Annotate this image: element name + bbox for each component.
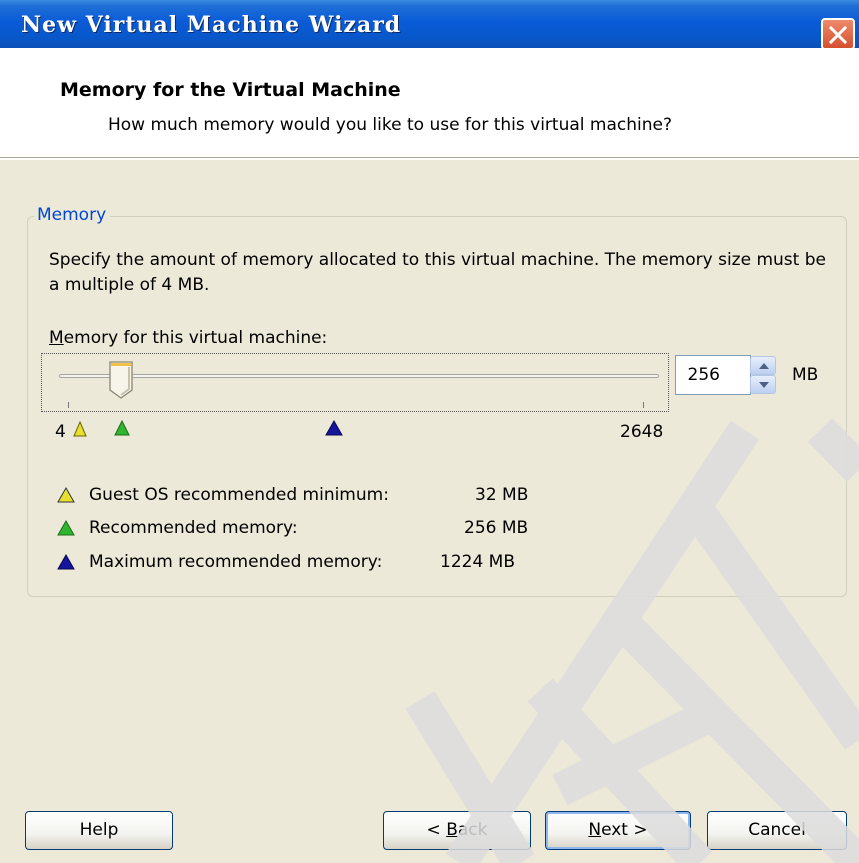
spin-down-button[interactable] [750,375,776,394]
spin-up-button[interactable] [750,356,776,375]
next-button-accel: N [588,820,602,840]
header-subtitle: How much memory would you like to use fo… [108,115,672,135]
wizard-header: Memory for the Virtual Machine How much … [0,48,859,158]
next-button-label: ext > [601,820,648,840]
memory-spin-input[interactable]: 256 [675,355,751,395]
legend-label: Guest OS recommended minimum: [89,485,389,505]
back-button[interactable]: < Back [383,811,531,850]
close-icon [828,25,848,45]
recommended-marker-icon [114,420,130,436]
help-button-label: Help [79,820,119,840]
legend-label: Recommended memory: [89,518,298,538]
slider-tick-min [68,402,69,408]
slider-max-label: 2648 [620,422,664,442]
wizard-window: New Virtual Machine Wizard Memory for th… [0,0,859,863]
min-recommended-marker-icon [73,421,87,437]
memory-slider-thumb[interactable] [108,360,134,400]
memory-slider-label-text: emory for this virtual machine: [63,328,328,348]
blue-triangle-icon [57,554,75,570]
window-title: New Virtual Machine Wizard [21,12,402,38]
legend-value: 256 MB [464,518,529,538]
arrow-up-icon [759,363,769,369]
legend-value: 1224 MB [440,552,515,572]
next-button[interactable]: Next > [545,811,691,850]
memory-unit-label: MB [792,365,819,385]
memory-group-label: Memory [34,205,111,225]
green-triangle-icon [57,520,75,536]
memory-slider-label-accel: M [49,328,64,348]
cancel-button-label: Cancel [748,820,806,840]
back-button-prefix: < [426,820,447,840]
slider-min-label: 4 [55,422,66,442]
header-divider [0,157,859,160]
arrow-down-icon [759,382,769,388]
memory-slider-track[interactable] [59,374,659,378]
legend-value: 32 MB [475,485,529,505]
close-button[interactable] [821,18,855,50]
max-recommended-marker-icon [325,420,343,436]
title-bar[interactable]: New Virtual Machine Wizard [0,0,859,50]
back-button-label: ack [457,820,488,840]
memory-slider-focus[interactable] [41,353,669,412]
memory-description: Specify the amount of memory allocated t… [49,250,826,295]
memory-slider-label: Memory for this virtual machine: [49,328,327,348]
cancel-button[interactable]: Cancel [707,811,847,850]
back-button-accel: B [446,820,458,840]
header-title: Memory for the Virtual Machine [60,79,401,101]
legend-label: Maximum recommended memory: [89,552,383,572]
slider-tick-max [643,402,644,408]
yellow-triangle-icon [57,487,75,503]
help-button[interactable]: Help [25,811,173,850]
